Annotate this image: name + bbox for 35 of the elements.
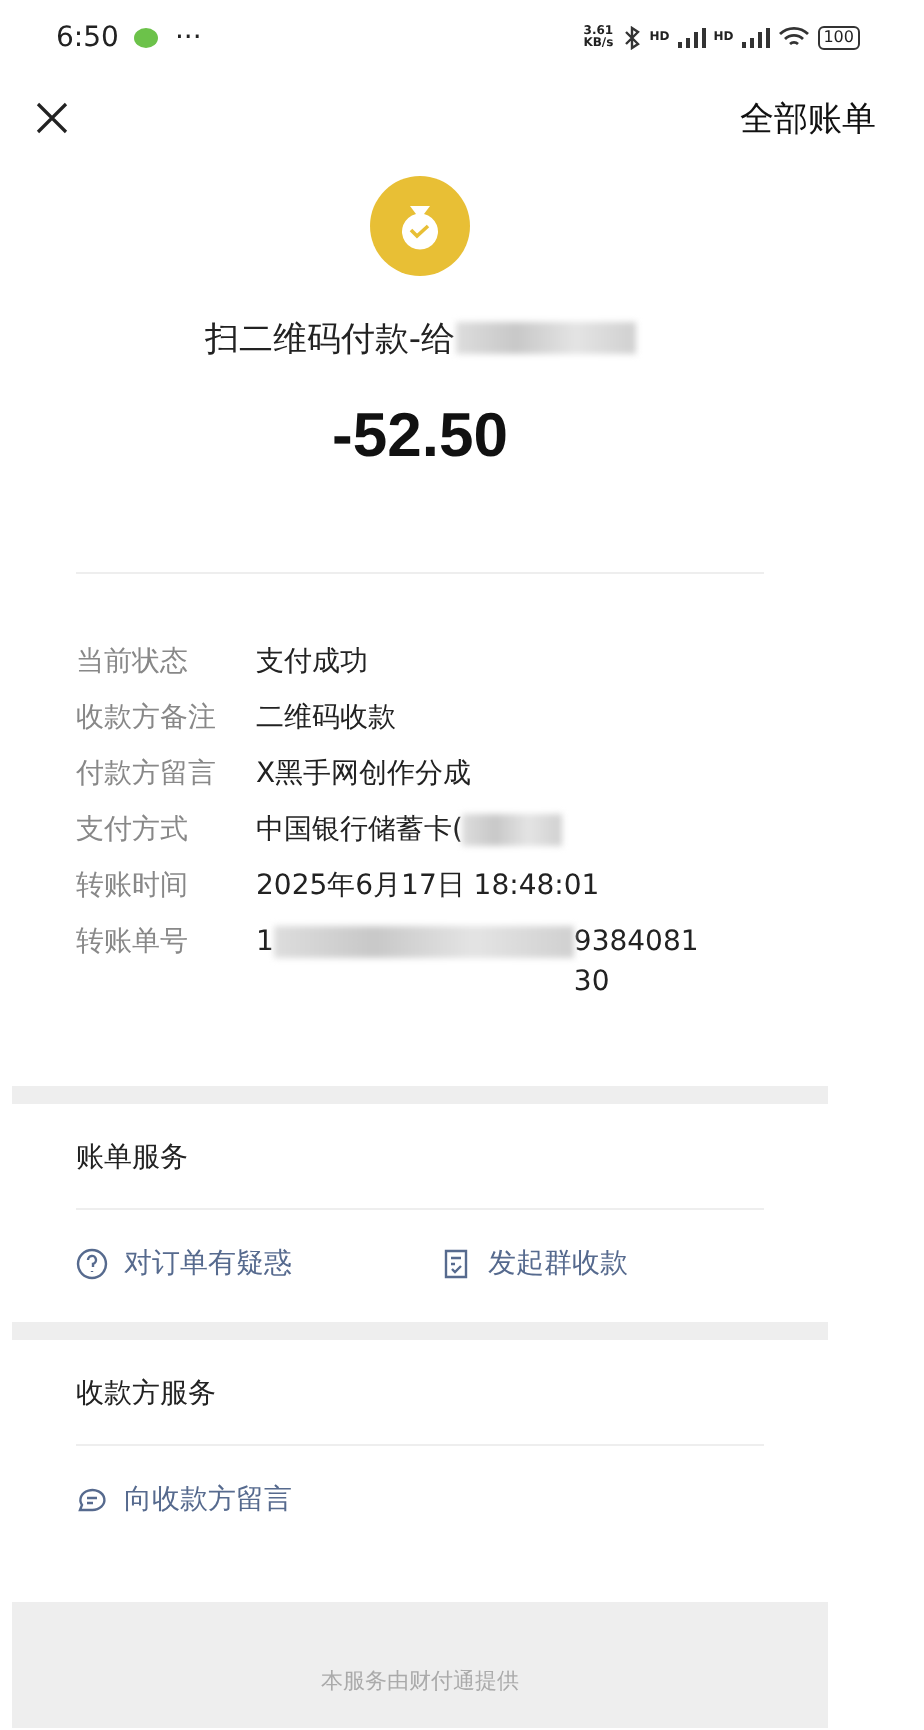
detail-value: 二维码收款 xyxy=(256,700,396,738)
close-icon[interactable] xyxy=(36,102,68,134)
service-link[interactable]: 对订单有疑惑 xyxy=(76,1246,440,1282)
service-link[interactable]: 发起群收款 xyxy=(440,1246,764,1282)
payment-title: 扫二维码付款-给 xyxy=(204,317,456,361)
payment-amount: -52.50 xyxy=(332,400,508,472)
document-icon xyxy=(440,1248,472,1280)
wifi-icon xyxy=(777,26,810,50)
service-link[interactable]: 向收款方留言 xyxy=(76,1482,440,1518)
question-icon xyxy=(76,1248,108,1280)
chat-icon xyxy=(76,1484,108,1516)
detail-value: 支付成功 xyxy=(256,644,368,682)
detail-label: 当前状态 xyxy=(76,644,190,682)
detail-label: 转账时间 xyxy=(76,868,190,906)
detail-label: 收款方备注 xyxy=(76,700,218,738)
detail-value: 1 xyxy=(256,924,274,962)
detail-value: X黑手网创作分成 xyxy=(256,756,472,794)
detail-label: 付款方留言 xyxy=(76,756,218,794)
detail-label: 支付方式 xyxy=(76,812,190,850)
footer-note: 本服务由财付通提供 xyxy=(321,1666,519,1696)
detail-value: 2025年6月17日 18:48:01 xyxy=(256,868,600,906)
clock-time: 6:50 xyxy=(56,22,119,54)
detail-value: 938408130 xyxy=(573,924,701,1002)
battery-level: 100 xyxy=(817,26,860,50)
detail-value: 中国银行储蓄卡( xyxy=(256,812,463,850)
redaction-blur xyxy=(462,814,563,846)
signal-icon xyxy=(677,28,706,48)
signal-icon xyxy=(741,28,770,48)
section-title: 收款方服务 xyxy=(74,1376,218,1414)
all-bills-link[interactable]: 全部账单 xyxy=(740,95,876,141)
money-bag-icon xyxy=(370,176,470,276)
detail-label: 转账单号 xyxy=(76,924,190,962)
bluetooth-icon xyxy=(621,26,642,50)
more-dots: ··· xyxy=(174,22,202,54)
section-title: 账单服务 xyxy=(74,1140,190,1178)
